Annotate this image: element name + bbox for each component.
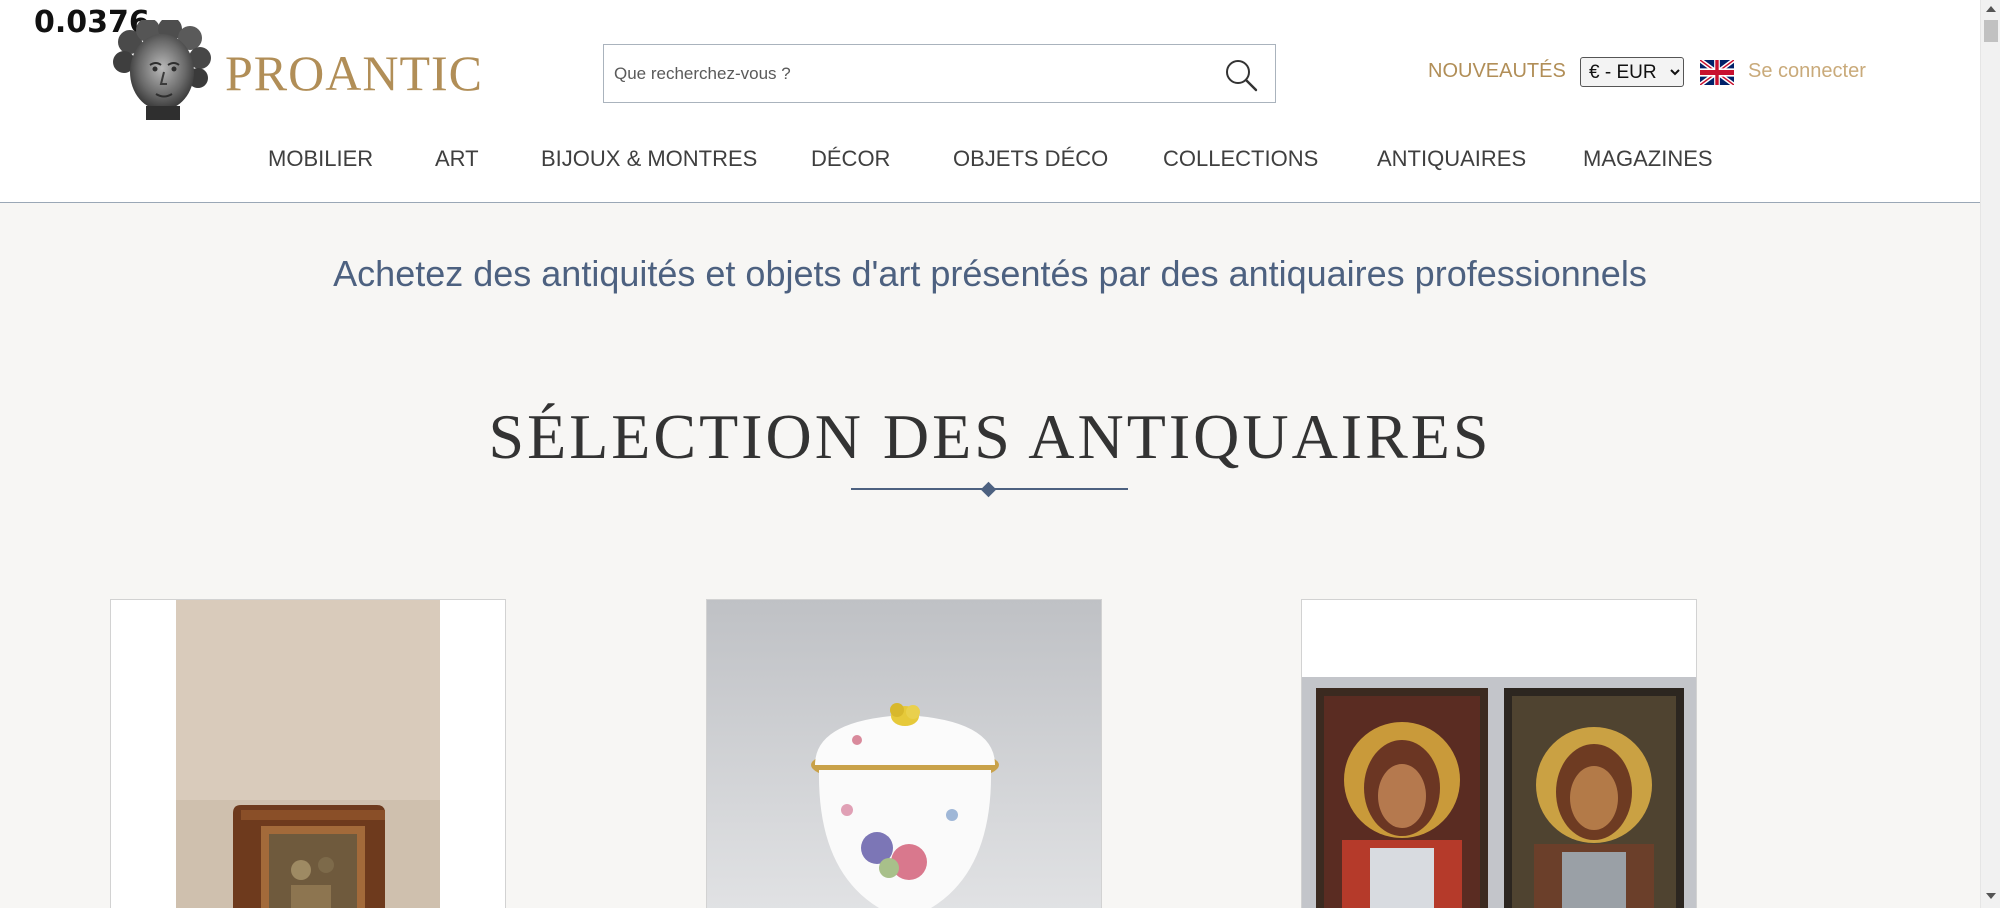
scrollbar-thumb[interactable] xyxy=(1984,20,1998,42)
nav-item-magazines[interactable]: MAGAZINES xyxy=(1583,146,1713,172)
product-card[interactable] xyxy=(110,599,506,908)
section-title: SÉLECTION DES ANTIQUAIRES xyxy=(488,401,1492,472)
nav-item-objets-deco[interactable]: OBJETS DÉCO xyxy=(953,146,1108,172)
logo-text[interactable]: PROANTIC xyxy=(225,44,483,102)
product-image-porcelain[interactable] xyxy=(707,600,1102,908)
nav-item-decor[interactable]: DÉCOR xyxy=(811,146,890,172)
uk-flag-icon[interactable] xyxy=(1700,60,1734,85)
tagline: Achetez des antiquités et objets d'art p… xyxy=(333,253,1647,294)
divider-diamond-icon xyxy=(980,481,997,498)
main-nav: MOBILIER ART BIJOUX & MONTRES DÉCOR OBJE… xyxy=(0,146,1980,182)
nav-item-mobilier[interactable]: MOBILIER xyxy=(268,146,373,172)
login-link[interactable]: Se connecter xyxy=(1748,60,1866,83)
nouveautes-link[interactable]: NOUVEAUTÉS xyxy=(1428,60,1566,83)
nav-item-antiquaires[interactable]: ANTIQUAIRES xyxy=(1377,146,1526,172)
search-box xyxy=(603,44,1276,103)
nav-item-art[interactable]: ART xyxy=(435,146,479,172)
scroll-down-icon[interactable] xyxy=(1986,893,1996,899)
vertical-scrollbar[interactable] xyxy=(1980,0,2000,908)
nav-item-bijoux-montres[interactable]: BIJOUX & MONTRES xyxy=(541,146,757,172)
scroll-up-icon[interactable] xyxy=(1986,6,1996,12)
nav-item-collections[interactable]: COLLECTIONS xyxy=(1163,146,1318,172)
search-icon[interactable] xyxy=(1223,57,1259,93)
logo-head-icon[interactable] xyxy=(112,20,212,122)
search-input[interactable] xyxy=(614,59,1174,89)
page: 0.0376 PROANTIC Que recherchez-vous ? NO… xyxy=(0,0,2000,908)
product-card[interactable] xyxy=(1301,599,1697,908)
product-image-furniture[interactable] xyxy=(111,600,506,908)
product-card[interactable] xyxy=(706,599,1102,908)
currency-select[interactable]: € - EUR xyxy=(1580,57,1684,87)
product-image-icons[interactable] xyxy=(1302,600,1697,908)
header: 0.0376 PROANTIC Que recherchez-vous ? NO… xyxy=(0,0,1980,203)
